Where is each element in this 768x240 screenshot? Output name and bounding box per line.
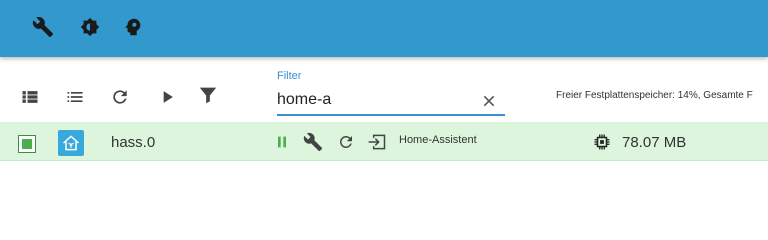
pause-icon[interactable] bbox=[271, 131, 293, 153]
instance-name: hass.0 bbox=[111, 134, 156, 151]
filter-underline bbox=[277, 114, 505, 116]
filter-label: Filter bbox=[277, 70, 302, 82]
list-view-icon[interactable] bbox=[18, 85, 42, 109]
instance-title: Home-Assistent bbox=[399, 134, 477, 146]
status-indicator bbox=[18, 135, 36, 153]
wrench-icon[interactable] bbox=[30, 14, 56, 40]
memory-chip-icon bbox=[592, 132, 612, 152]
play-icon[interactable] bbox=[155, 85, 179, 109]
settings-chip-icon[interactable] bbox=[77, 14, 103, 40]
compact-list-icon[interactable] bbox=[63, 85, 87, 109]
instance-row[interactable]: hass.0 Home-Assistent 78.07 MB bbox=[0, 122, 768, 161]
refresh-icon[interactable] bbox=[108, 85, 132, 109]
top-app-bar bbox=[0, 0, 768, 57]
memory-usage: 78.07 MB bbox=[622, 134, 687, 151]
clear-filter-icon[interactable] bbox=[479, 91, 499, 111]
wrench-settings-icon[interactable] bbox=[302, 131, 324, 153]
adapter-logo bbox=[58, 130, 84, 156]
brain-head-icon[interactable] bbox=[120, 14, 146, 40]
filter-input[interactable] bbox=[277, 88, 477, 112]
open-instance-icon[interactable] bbox=[366, 131, 388, 153]
disk-space-info: Freier Festplattenspeicher: 14%, Gesamte… bbox=[556, 90, 753, 101]
restart-icon[interactable] bbox=[335, 131, 357, 153]
filter-icon[interactable] bbox=[196, 83, 220, 107]
